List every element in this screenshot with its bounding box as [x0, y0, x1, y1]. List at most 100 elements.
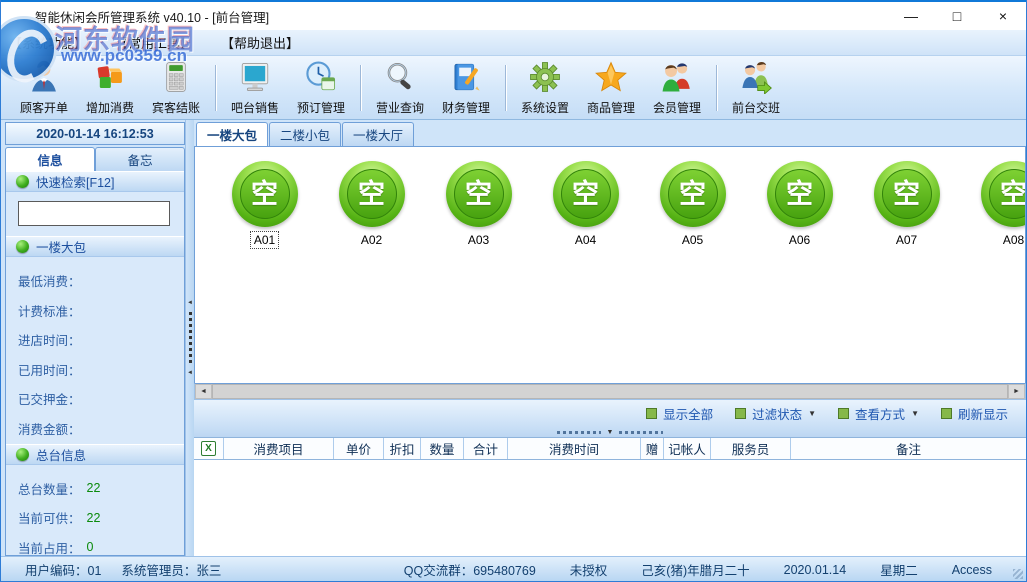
- room-horizontal-scrollbar[interactable]: ◄ ►: [194, 383, 1026, 400]
- toolbar-shift-change[interactable]: 前台交班: [723, 60, 789, 116]
- area-tab-floor1-hall[interactable]: 一楼大厅: [342, 122, 414, 146]
- toolbar-guest-checkout[interactable]: 宾客结账: [143, 60, 209, 116]
- col-waiter[interactable]: 服务员: [711, 438, 791, 459]
- star-icon: [593, 60, 629, 97]
- room-status-icon: 空: [660, 161, 726, 227]
- room-id: A04: [572, 232, 599, 248]
- toolbar-business-query[interactable]: 营业查询: [367, 60, 433, 116]
- field-label: 当前可供：: [18, 508, 81, 527]
- toolbar-separator: [215, 65, 216, 111]
- col-note[interactable]: 备注: [791, 438, 1026, 459]
- splitter-handle[interactable]: [619, 431, 663, 434]
- show-all-button[interactable]: 显示全部: [646, 404, 713, 423]
- room-tile-a07[interactable]: 空 A07: [853, 161, 960, 383]
- room-status-icon: 空: [232, 161, 298, 227]
- toolbar-add-consumption[interactable]: 增加消费: [77, 60, 143, 116]
- room-grid: 空 A01 空 A02 空 A03 空 A04 空 A05: [194, 146, 1026, 383]
- scroll-right-icon[interactable]: ►: [1008, 384, 1025, 399]
- info-sidebar: 2020-01-14 16:12:53 信息 备忘 快速检索[F12] 一楼大包: [1, 120, 185, 556]
- close-button[interactable]: ×: [980, 2, 1026, 30]
- order-table-header: X 消费项目 单价 折扣 数量 合计 消费时间 赠 记帐人 服务员 备注: [194, 437, 1026, 460]
- toolbar-separator: [360, 65, 361, 111]
- monitor-icon: [237, 60, 273, 97]
- splitter-handle[interactable]: [557, 431, 601, 434]
- resize-grip[interactable]: [1013, 569, 1023, 579]
- toolbar-product-management[interactable]: 商品管理: [578, 60, 644, 116]
- toolbar-customer-order[interactable]: 顾客开单: [11, 60, 77, 116]
- room-status-icon: 空: [981, 161, 1027, 227]
- room-tile-a05[interactable]: 空 A05: [639, 161, 746, 383]
- col-time[interactable]: 消费时间: [508, 438, 641, 459]
- menu-system[interactable]: 【系统功能】: [9, 33, 87, 52]
- tab-info[interactable]: 信息: [5, 147, 95, 171]
- main-panel: 一楼大包 二楼小包 一楼大厅 空 A01 空 A02 空 A03 空: [194, 120, 1026, 556]
- tab-memo[interactable]: 备忘: [95, 147, 185, 171]
- minimize-button[interactable]: —: [888, 2, 934, 30]
- toolbar-label: 财务管理: [442, 99, 490, 116]
- export-excel-button[interactable]: X: [194, 438, 224, 459]
- menu-tools[interactable]: 【常用工具】: [115, 33, 193, 52]
- col-clerk[interactable]: 记帐人: [664, 438, 711, 459]
- order-table-body: [194, 460, 1026, 556]
- toolbar-bar-sale[interactable]: 吧台销售: [222, 60, 288, 116]
- splitter-down-icon[interactable]: ▼: [607, 429, 614, 436]
- menu-help-exit[interactable]: 【帮助退出】: [221, 33, 299, 52]
- room-tile-a02[interactable]: 空 A02: [318, 161, 425, 383]
- field-label: 总台数量：: [18, 479, 81, 498]
- toolbar-label: 预订管理: [297, 99, 345, 116]
- schedule-icon: [303, 60, 339, 97]
- room-id: A02: [358, 232, 385, 248]
- splitter-handle[interactable]: [189, 312, 192, 364]
- field-label: 进店时间：: [18, 330, 81, 349]
- field-value: 22: [87, 511, 101, 525]
- green-square-icon: [735, 408, 746, 419]
- scroll-left-icon[interactable]: ◄: [195, 384, 212, 399]
- area-tab-floor1-large[interactable]: 一楼大包: [196, 122, 268, 146]
- room-id: A03: [465, 232, 492, 248]
- col-quantity[interactable]: 数量: [421, 438, 464, 459]
- room-info-header[interactable]: 一楼大包: [6, 236, 184, 257]
- sidebar-tabs: 信息 备忘: [5, 147, 185, 171]
- table-splitter[interactable]: ▼: [194, 427, 1026, 437]
- green-square-icon: [838, 408, 849, 419]
- col-discount[interactable]: 折扣: [384, 438, 421, 459]
- toolbar-system-settings[interactable]: 系统设置: [512, 60, 578, 116]
- quick-search-header[interactable]: 快速检索[F12]: [6, 171, 184, 192]
- room-tile-a01[interactable]: 空 A01: [211, 161, 318, 383]
- quick-search-title: 快速检索[F12]: [36, 172, 115, 191]
- sidebar-splitter[interactable]: ◄ ◄: [185, 120, 194, 556]
- toolbar-label: 吧台销售: [231, 99, 279, 116]
- refresh-button[interactable]: 刷新显示: [941, 404, 1008, 423]
- quick-search-input[interactable]: [18, 201, 170, 226]
- scrollbar-thumb[interactable]: [212, 384, 1008, 399]
- col-total[interactable]: 合计: [464, 438, 508, 459]
- desk-info-header[interactable]: 总台信息: [6, 444, 184, 465]
- room-tile-a04[interactable]: 空 A04: [532, 161, 639, 383]
- area-tab-floor2-small[interactable]: 二楼小包: [269, 122, 341, 146]
- room-tile-a06[interactable]: 空 A06: [746, 161, 853, 383]
- room-tile-a03[interactable]: 空 A03: [425, 161, 532, 383]
- toolbar-finance[interactable]: 财务管理: [433, 60, 499, 116]
- action-label: 显示全部: [663, 404, 713, 423]
- room-tile-a08[interactable]: 空 A08: [960, 161, 1026, 383]
- room-info-fields: 最低消费： 计费标准： 进店时间： 已用时间： 已交押金： 消费金额：: [6, 257, 184, 444]
- window-controls: — □ ×: [888, 2, 1026, 30]
- status-database: Access: [952, 563, 992, 577]
- splitter-collapse-icon[interactable]: ◄: [187, 299, 193, 307]
- col-price[interactable]: 单价: [334, 438, 384, 459]
- maximize-button[interactable]: □: [934, 2, 980, 30]
- splitter-collapse-icon[interactable]: ◄: [187, 369, 193, 377]
- room-info-title: 一楼大包: [36, 237, 86, 256]
- dropdown-caret-icon: ▼: [911, 409, 919, 418]
- col-item[interactable]: 消费项目: [224, 438, 334, 459]
- gear-icon: [527, 60, 563, 97]
- room-action-bar: 显示全部 过滤状态 ▼ 查看方式 ▼ 刷新显示: [194, 400, 1026, 427]
- toolbar-reservation[interactable]: 预订管理: [288, 60, 354, 116]
- toolbar-member-management[interactable]: 会员管理: [644, 60, 710, 116]
- col-gift[interactable]: 赠: [641, 438, 664, 459]
- field-label: 最低消费：: [18, 271, 81, 290]
- green-square-icon: [646, 408, 657, 419]
- filter-status-button[interactable]: 过滤状态 ▼: [735, 404, 816, 423]
- view-mode-button[interactable]: 查看方式 ▼: [838, 404, 919, 423]
- calculator-icon: [158, 60, 194, 97]
